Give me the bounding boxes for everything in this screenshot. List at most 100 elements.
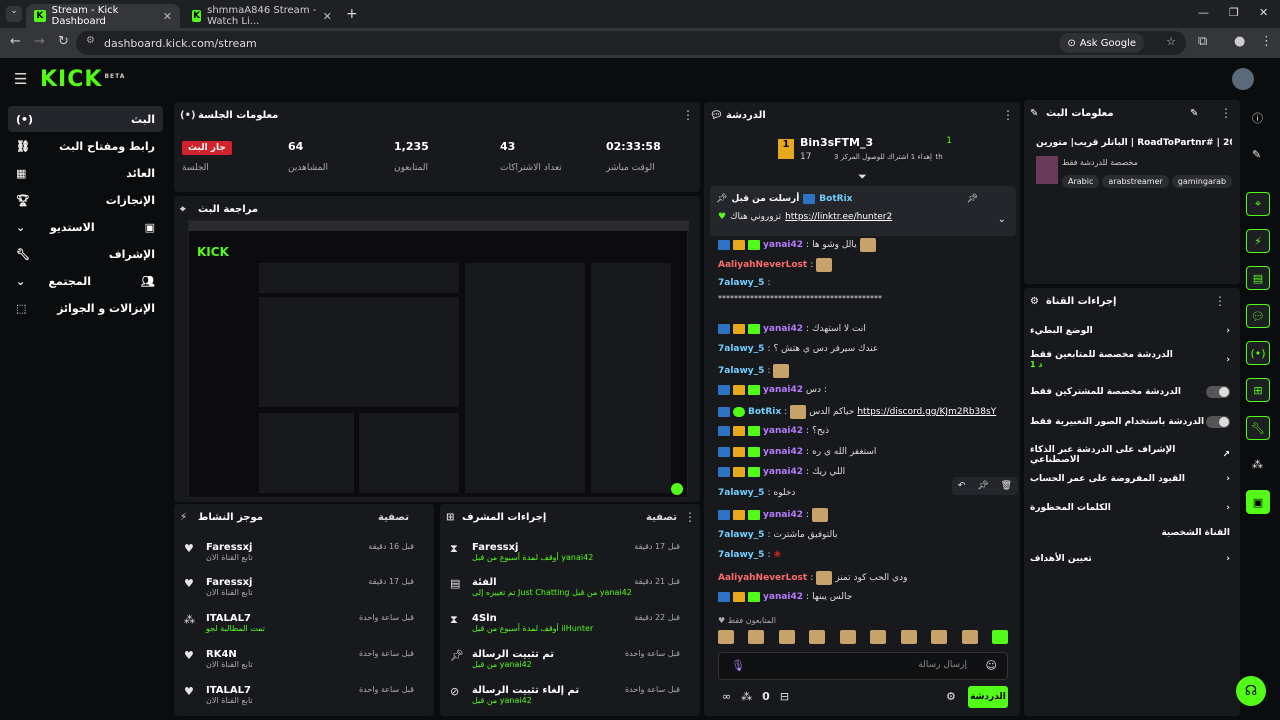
browser-tab-watch[interactable]: KshmmaA846 Stream - Watch Li... ✕ [184, 4, 340, 28]
chat-message[interactable]: yanai42: استغفر الله ي ره [718, 447, 1014, 457]
back-icon[interactable]: ← [10, 34, 21, 49]
close-tab-icon[interactable]: ✕ [163, 10, 172, 23]
edit-icon[interactable]: ✎ [1030, 108, 1038, 119]
gift-icon[interactable]: ⊟ [780, 690, 789, 703]
mic-icon[interactable]: 🎙︎ [731, 659, 745, 672]
url-field[interactable]: ⚙ dashboard.kick.com/stream ⊙ Ask Google … [76, 31, 1186, 55]
stream-preview-video[interactable]: KICK [188, 220, 689, 498]
emote-icon[interactable] [748, 630, 765, 644]
collapse-icon[interactable]: ⏷ [858, 170, 867, 184]
more-options-icon[interactable]: ⋮ [682, 108, 694, 122]
chat-input[interactable]: 🎙︎ إرسال رسالة ☺ [718, 652, 1008, 680]
reply-icon[interactable]: ↶ [958, 481, 966, 491]
close-tab-icon[interactable]: ✕ [323, 10, 332, 23]
emote-icon[interactable] [778, 630, 795, 644]
slow-mode-row[interactable]: الوضع البطيء › [1030, 326, 1230, 336]
chat-message[interactable]: ****************************************… [718, 294, 1014, 303]
chat-message[interactable]: 7alawy_5: عندك سيرفر دس ي هتش ؟ [718, 344, 1014, 354]
more-options-icon[interactable]: ⋮ [1220, 106, 1232, 120]
chevron-down-icon[interactable]: ⌄ [998, 214, 1006, 225]
bookmark-star-icon[interactable]: ☆ [1166, 35, 1176, 48]
sidebar-item-stream[interactable]: (•) البث [8, 106, 163, 132]
more-options-icon[interactable]: ⋮ [1002, 108, 1014, 122]
drops-icon[interactable]: ⁂ [1252, 458, 1263, 471]
chat-message[interactable]: yanai42: جالس يبنها [718, 592, 1014, 602]
avatar[interactable] [1232, 68, 1254, 90]
chat-message[interactable]: 7alawy_5: بالتوفيق ماشترت [718, 530, 1014, 540]
lightning-icon[interactable]: ⚡︎ [1246, 229, 1270, 253]
browser-menu-icon[interactable]: ⋮ [1260, 34, 1273, 49]
kick-logo[interactable]: KICK BETA [40, 67, 125, 92]
filter-button[interactable]: تصفية [378, 512, 409, 523]
support-icon[interactable]: ☊ [1236, 676, 1266, 706]
wrench-icon[interactable]: 🔧︎ [1246, 416, 1270, 440]
emote-only-row[interactable]: الدردشة باستخدام الصور التعبيرية فقط [1030, 416, 1230, 428]
emote-only-toggle[interactable] [1206, 416, 1230, 428]
chat-message[interactable]: 7alawy_5: [718, 364, 1014, 378]
tab-search-icon[interactable]: ⌄ [6, 6, 22, 22]
add-widget-icon[interactable]: ▣ [1246, 490, 1270, 514]
followers-only-row[interactable]: الدردشة مخصصة للمتابعين فقط 1 د › [1030, 350, 1230, 370]
sidebar-item-moderation[interactable]: 🔧︎ الإشراف [8, 241, 163, 267]
chat-message[interactable]: yanai42: اللي ريك [718, 467, 1014, 477]
sidebar-item-stream-key[interactable]: ⛓ رابط ومفتاح البث [8, 133, 163, 159]
chat-message[interactable]: yanai42: يالل وشو ها [718, 238, 1014, 252]
chat-message[interactable]: yanai42: انت لا استهدك [718, 324, 1014, 334]
minimize-icon[interactable]: — [1198, 6, 1209, 19]
profile-icon[interactable]: ● [1234, 34, 1245, 49]
delete-icon[interactable]: 🗑︎ [1001, 481, 1012, 491]
emote-icon[interactable] [900, 630, 917, 644]
emote-icon[interactable] [961, 630, 978, 644]
sidebar-item-drops[interactable]: ⬚ الإنزالات و الجوائز [8, 295, 163, 321]
document-icon[interactable]: ▤ [1246, 266, 1270, 290]
emote-icon[interactable] [931, 630, 948, 644]
chat-icon[interactable]: 💬︎ [1246, 304, 1270, 328]
info-icon[interactable]: ⓘ [1252, 110, 1263, 126]
account-age-row[interactable]: القيود المفروضة على عمر الحساب › [1030, 474, 1230, 484]
pencil-icon[interactable]: ✎ [1252, 148, 1261, 161]
emoji-icon[interactable]: ☺ [986, 659, 997, 672]
send-chat-button[interactable]: الدردشة [968, 686, 1008, 708]
subs-only-toggle[interactable] [1206, 386, 1230, 398]
chat-message[interactable]: AaliyahNeverLost: ودي الحب كود تمنز [718, 571, 1014, 585]
new-tab-icon[interactable]: + [346, 6, 358, 22]
banned-words-row[interactable]: الكلمات المحظورة › [1030, 503, 1230, 513]
pencil-icon[interactable]: ✎ [1190, 108, 1198, 119]
chat-message[interactable]: 7alawy_5: دخلوه [718, 488, 948, 498]
extensions-icon[interactable]: ⧉ [1198, 34, 1207, 49]
emote-icon[interactable] [870, 630, 887, 644]
chat-message[interactable]: yanai42 دس : [718, 385, 1014, 395]
chat-message[interactable]: yanai42: [718, 508, 1014, 522]
emote-icon[interactable] [991, 630, 1008, 644]
close-window-icon[interactable]: ✕ [1259, 6, 1268, 19]
ai-moderation-row[interactable]: الإشراف على الدردشة عبر الذكاء الاصطناعي… [1030, 445, 1230, 465]
focus-icon[interactable]: ⌖ [1246, 192, 1270, 216]
chat-message[interactable]: yanai42: ذبح؟ [718, 426, 1014, 436]
browser-tab-dashboard[interactable]: K Stream - Kick Dashboard ✕ [26, 4, 180, 28]
emote-icon[interactable] [718, 630, 734, 644]
pin-action-icon[interactable]: 📌︎ [967, 194, 978, 204]
chat-message[interactable]: AaliyahNeverLost: [718, 258, 1014, 272]
site-info-icon[interactable]: ⚙ [86, 35, 95, 46]
more-options-icon[interactable]: ⋮ [1214, 294, 1226, 308]
sidebar-item-community[interactable]: ⌄ المجتمع 👥︎ [8, 268, 163, 294]
hamburger-menu-icon[interactable]: ☰ [14, 70, 27, 88]
forward-icon[interactable]: → [34, 34, 45, 49]
chat-message[interactable]: BotRix: حياكم الدس https://discord.gg/KJm… [718, 405, 1014, 419]
emote-icon[interactable] [839, 630, 856, 644]
pin-icon[interactable]: 📌︎ [977, 481, 988, 491]
mod-icon[interactable]: ⊞ [1246, 378, 1270, 402]
sidebar-item-studio[interactable]: ⌄ الاستديو ▣ [8, 214, 163, 240]
sidebar-item-revenue[interactable]: ▦ العائد [8, 160, 163, 186]
chat-message[interactable]: 7alawy_5: ❀ [718, 550, 1014, 560]
set-goals-row[interactable]: تعيين الأهداف › [1030, 554, 1230, 564]
emote-icon[interactable] [809, 630, 826, 644]
subs-only-row[interactable]: الدردشة مخصصة للمشتركين فقط [1030, 386, 1230, 398]
sidebar-item-achievements[interactable]: 🏆︎ الإنجازات [8, 187, 163, 213]
ask-google-button[interactable]: ⊙ Ask Google [1059, 33, 1144, 53]
broadcast-icon[interactable]: (•) [1246, 341, 1270, 365]
chat-message[interactable]: 7alawy_5: [718, 278, 1014, 288]
chat-settings-icon[interactable]: ⚙ [946, 690, 956, 703]
reload-icon[interactable]: ↻ [58, 34, 69, 49]
more-options-icon[interactable]: ⋮ [684, 510, 696, 524]
